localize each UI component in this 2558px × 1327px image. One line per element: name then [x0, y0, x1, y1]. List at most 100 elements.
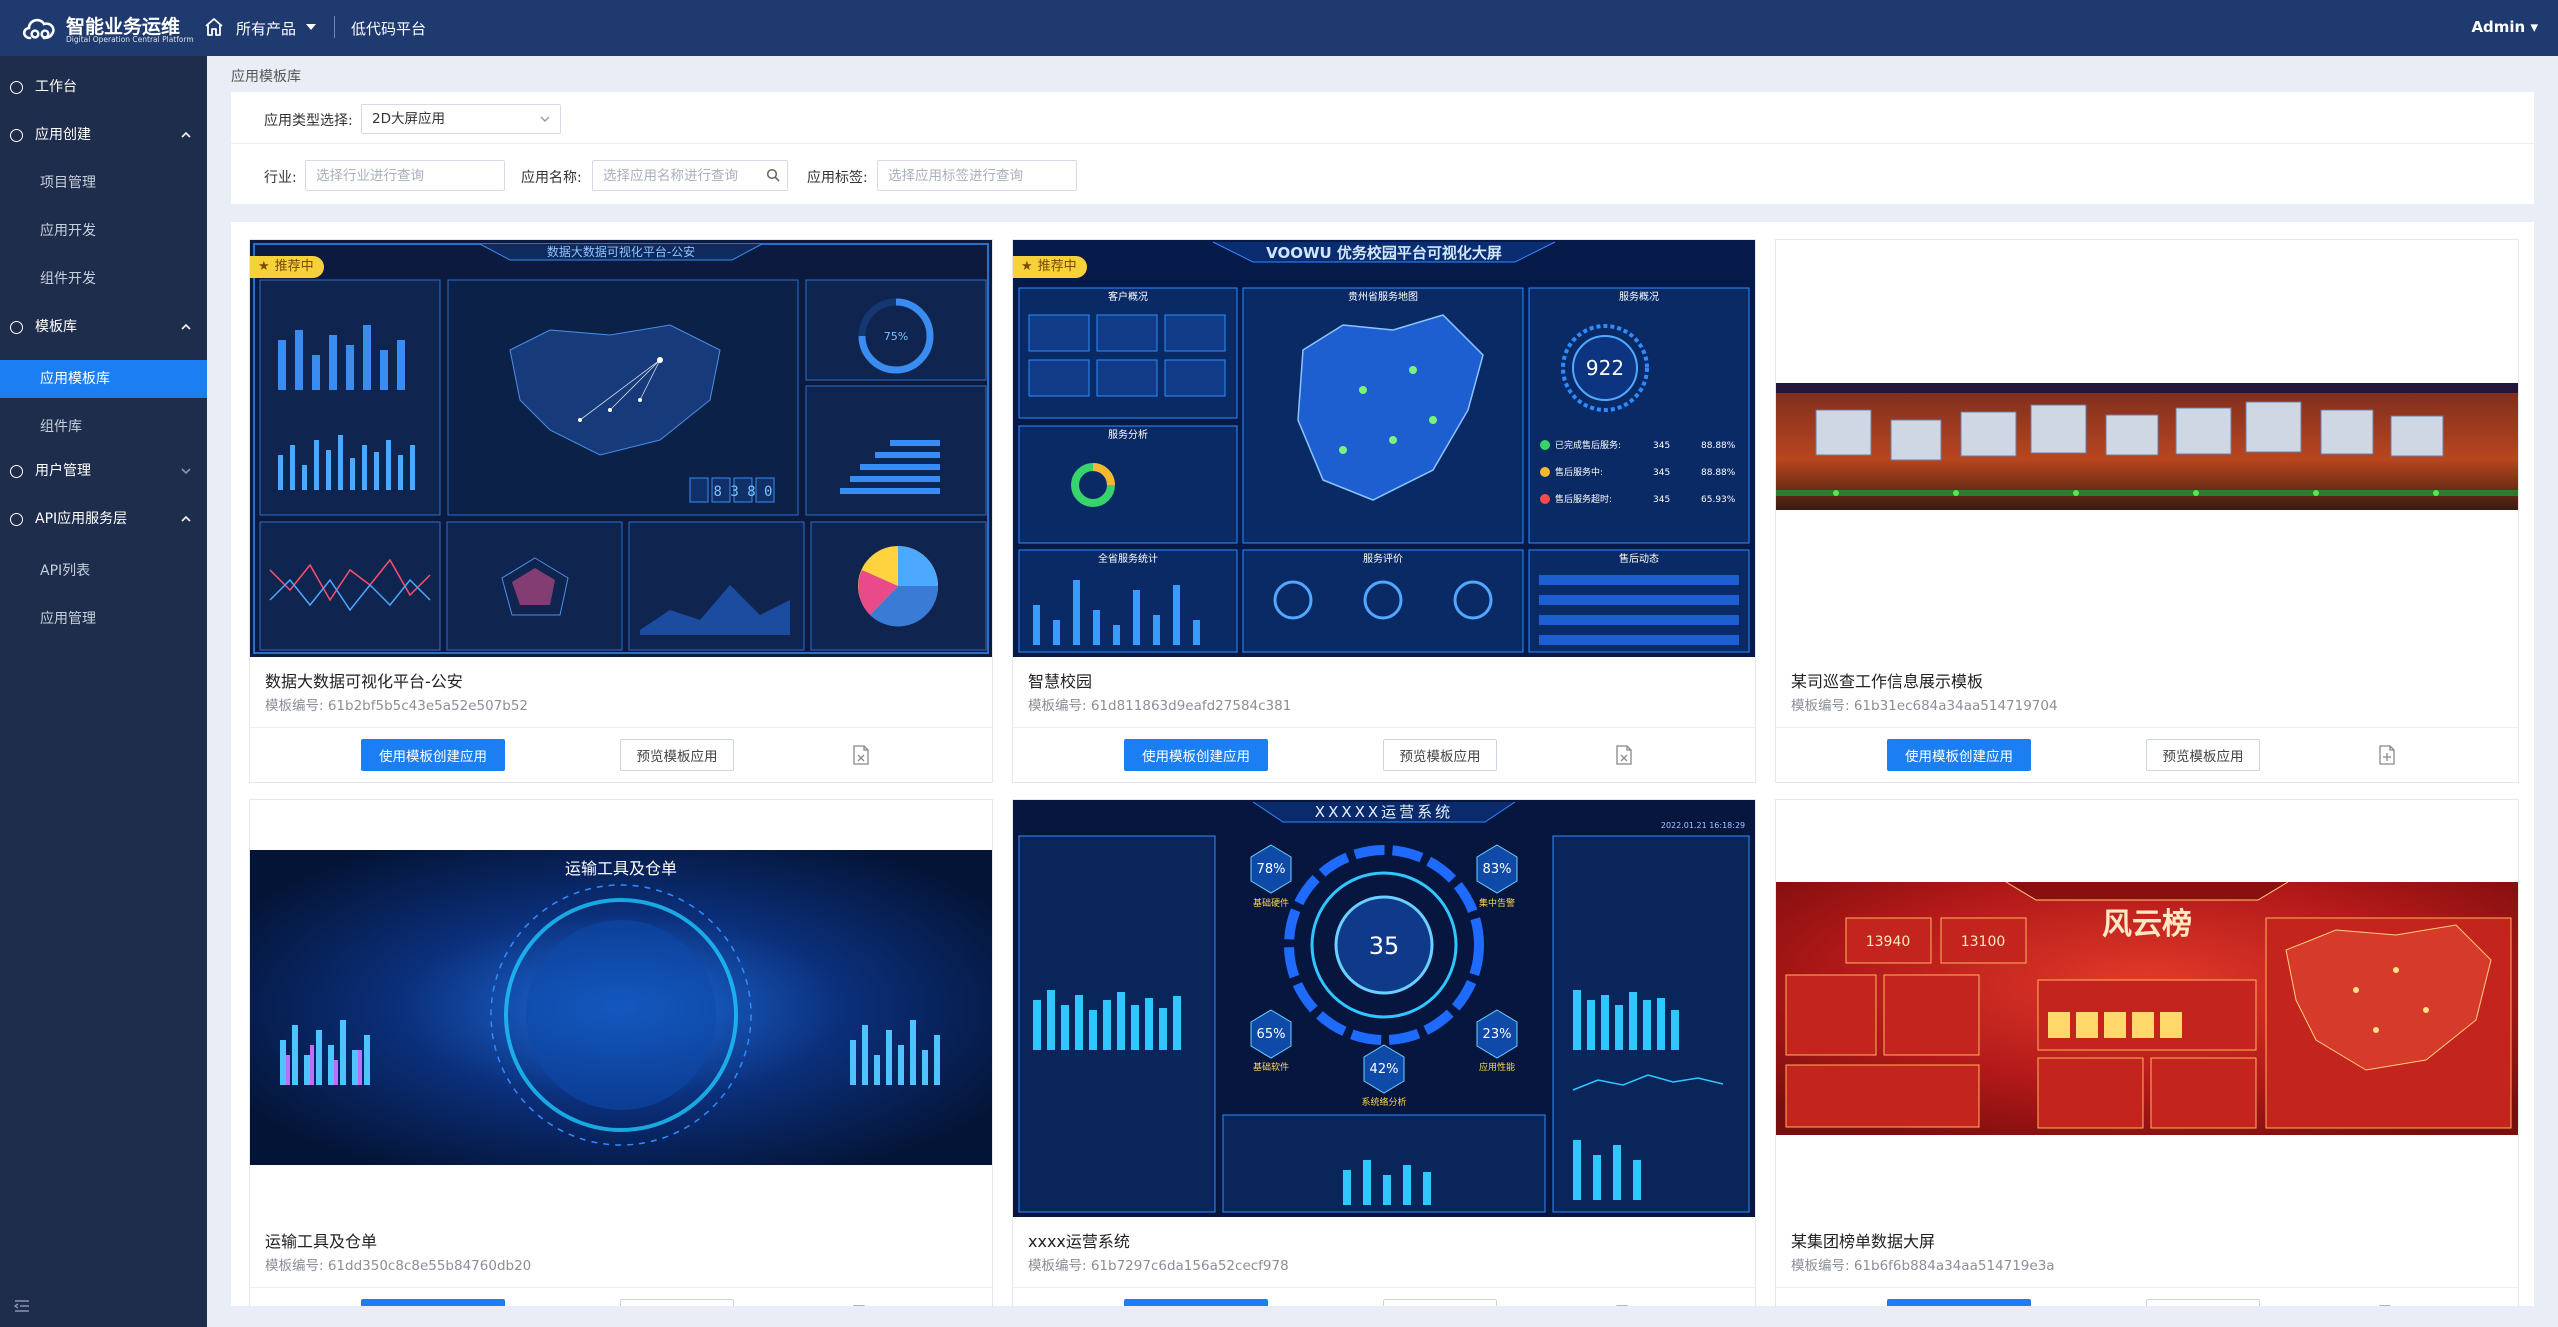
all-products-menu[interactable]: 所有产品	[236, 18, 296, 39]
sidebar-item-component-lib[interactable]: 组件库	[0, 408, 207, 446]
app-create-icon	[10, 129, 23, 142]
star-icon: ★	[258, 259, 270, 274]
caret-down-icon[interactable]	[305, 22, 317, 32]
filter-panel: 应用类型选择: 2D大屏应用 行业: 应用名称: 应用标签:	[231, 92, 2534, 204]
app-name-label: 应用名称:	[521, 170, 582, 186]
app-name-input[interactable]	[592, 160, 788, 191]
sidebar-item-user-manage[interactable]: 用户管理	[0, 452, 207, 490]
home-icon[interactable]	[203, 16, 225, 38]
sidebar-item-app-manage[interactable]: 应用管理	[0, 600, 207, 638]
code-value: 61b2bf5b5c43e5a52e507b52	[327, 698, 529, 714]
use-template-button[interactable]: 使用模板创建应用	[361, 739, 505, 771]
code-value: 61dd350c8c8e55b84760db20	[327, 1258, 532, 1274]
card-title: xxxx运营系统	[1028, 1232, 1130, 1251]
preview-template-button[interactable]: 预览模板应用	[1383, 739, 1497, 771]
logo-subtitle: Digital Operation Central Platform	[66, 35, 194, 44]
lowcode-platform-link[interactable]: 低代码平台	[351, 18, 426, 39]
template-card[interactable]: 数据大数据可视化平台-公安 8 3 8 0 75% ★ 推荐中 数据大数据可视化…	[249, 239, 993, 783]
preview-template-button[interactable]: 预览模板应用	[620, 1299, 734, 1306]
nav-divider	[334, 16, 335, 38]
preview-panel-label: 客户概况	[1108, 290, 1148, 303]
template-thumbnail[interactable]: 风云榜 13940 13100	[1776, 800, 2518, 1217]
breadcrumb: 应用模板库	[231, 69, 301, 85]
user-manage-icon	[10, 465, 23, 478]
recommended-badge: ★ 推荐中	[1013, 256, 1087, 278]
app-tag-input[interactable]	[877, 160, 1077, 191]
use-template-button[interactable]: 使用模板创建应用	[1887, 739, 2031, 771]
preview-gauge: 922	[1586, 356, 1624, 380]
app-type-select[interactable]: 2D大屏应用	[361, 104, 561, 134]
export-file-icon[interactable]	[852, 745, 870, 765]
preview-panel-label: 全省服务统计	[1098, 552, 1158, 565]
card-title: 某集团榜单数据大屏	[1791, 1232, 1936, 1251]
card-code: 模板编号: 61b31ec684a34aa514719704	[1791, 694, 2058, 714]
preview-value: 13940	[1866, 934, 1911, 950]
sidebar-item-label: 模板库	[35, 319, 77, 335]
preview-stat-label: 售后服务超时:	[1555, 493, 1612, 505]
template-card[interactable]: 风云榜 13940 13100 某集团榜单数据大屏 模板编号: 61b6f6b8…	[1775, 799, 2519, 1306]
collapse-menu-icon[interactable]	[14, 1299, 30, 1313]
preview-percent: 42%	[1370, 1062, 1399, 1077]
user-menu[interactable]: Admin ▾	[2471, 18, 2538, 36]
preview-percent-label: 系统络分析	[1361, 1096, 1406, 1108]
sidebar-item-component-dev[interactable]: 组件开发	[0, 260, 207, 298]
sidebar-item-label: 应用开发	[40, 223, 96, 239]
template-card[interactable]: 某司巡查工作信息展示模板 模板编号: 61b31ec684a34aa514719…	[1775, 239, 2519, 783]
use-template-button[interactable]: 使用模板创建应用	[361, 1299, 505, 1306]
import-file-icon[interactable]	[2378, 745, 2396, 765]
sidebar-item-label: 用户管理	[35, 463, 91, 479]
card-actions: 使用模板创建应用 预览模板应用	[1013, 1287, 1755, 1306]
template-thumbnail[interactable]: XXXXX运营系统 2022.01.21 16:18:29 35 78% 基础硬…	[1013, 800, 1755, 1217]
sidebar-item-app-template-lib[interactable]: 应用模板库	[0, 360, 207, 398]
export-file-icon[interactable]	[2378, 1305, 2396, 1306]
card-actions: 使用模板创建应用 预览模板应用	[1776, 1287, 2518, 1306]
dashboard-preview-image: XXXXX运营系统 2022.01.21 16:18:29 35 78% 基础硬…	[1013, 800, 1755, 1217]
export-file-icon[interactable]	[1615, 1305, 1633, 1306]
use-template-button[interactable]: 使用模板创建应用	[1124, 1299, 1268, 1306]
preview-stat-pct: 88.88%	[1701, 441, 1736, 451]
preview-stat-value: 345	[1653, 468, 1670, 478]
sidebar-item-label: API列表	[40, 563, 91, 579]
preview-stat-label: 已完成售后服务:	[1555, 439, 1621, 451]
sidebar-item-label: 组件库	[40, 419, 82, 435]
chevron-up-icon	[181, 323, 191, 330]
preview-template-button[interactable]: 预览模板应用	[1383, 1299, 1497, 1306]
template-card[interactable]: 运输工具及仓单 运输工具及仓单 模板编号: 61dd350c8c8e55b847…	[249, 799, 993, 1306]
card-title: 运输工具及仓单	[265, 1232, 378, 1251]
preview-counter: 8 3 8 0	[713, 484, 772, 500]
search-icon[interactable]	[766, 168, 780, 182]
preview-template-button[interactable]: 预览模板应用	[620, 739, 734, 771]
export-file-icon[interactable]	[852, 1305, 870, 1306]
template-thumbnail[interactable]: 数据大数据可视化平台-公安 8 3 8 0 75%	[250, 240, 992, 657]
sidebar-item-api-service[interactable]: API应用服务层	[0, 500, 207, 538]
use-template-button[interactable]: 使用模板创建应用	[1124, 739, 1268, 771]
export-file-icon[interactable]	[1615, 745, 1633, 765]
preview-value: 13100	[1961, 934, 2006, 950]
logo[interactable]: 智能业务运维 Digital Operation Central Platfor…	[20, 10, 210, 46]
sidebar-item-label: 应用管理	[40, 611, 96, 627]
template-thumbnail[interactable]	[1776, 240, 2518, 657]
user-name: Admin	[2471, 18, 2526, 36]
template-card[interactable]: XXXXX运营系统 2022.01.21 16:18:29 35 78% 基础硬…	[1012, 799, 1756, 1306]
template-thumbnail[interactable]: VOOWU 优务校园平台可视化大屏 客户概况 贵州省服务地图 服务概况 922 …	[1013, 240, 1755, 657]
industry-input[interactable]	[305, 160, 505, 191]
sidebar-item-project-manage[interactable]: 项目管理	[0, 164, 207, 202]
card-code: 模板编号: 61b6f6b884a34aa514719e3a	[1791, 1254, 2055, 1274]
sidebar-item-app-create[interactable]: 应用创建	[0, 116, 207, 154]
dashboard-preview-image: VOOWU 优务校园平台可视化大屏 客户概况 贵州省服务地图 服务概况 922 …	[1013, 240, 1755, 657]
code-prefix: 模板编号:	[265, 1258, 328, 1274]
use-template-button[interactable]: 使用模板创建应用	[1887, 1299, 2031, 1306]
template-thumbnail[interactable]: 运输工具及仓单	[250, 800, 992, 1217]
sidebar-item-app-dev[interactable]: 应用开发	[0, 212, 207, 250]
sidebar-item-template-lib[interactable]: 模板库	[0, 308, 207, 346]
preview-panel-label: 服务概况	[1619, 290, 1659, 303]
code-prefix: 模板编号:	[1791, 1258, 1854, 1274]
sidebar-item-api-list[interactable]: API列表	[0, 552, 207, 590]
preview-template-button[interactable]: 预览模板应用	[2146, 1299, 2260, 1306]
code-prefix: 模板编号:	[1028, 1258, 1091, 1274]
preview-stat-label: 售后服务中:	[1555, 466, 1603, 478]
sidebar-item-workbench[interactable]: 工作台	[0, 68, 207, 106]
preview-template-button[interactable]: 预览模板应用	[2146, 739, 2260, 771]
template-card[interactable]: VOOWU 优务校园平台可视化大屏 客户概况 贵州省服务地图 服务概况 922 …	[1012, 239, 1756, 783]
template-lib-icon	[10, 321, 23, 334]
